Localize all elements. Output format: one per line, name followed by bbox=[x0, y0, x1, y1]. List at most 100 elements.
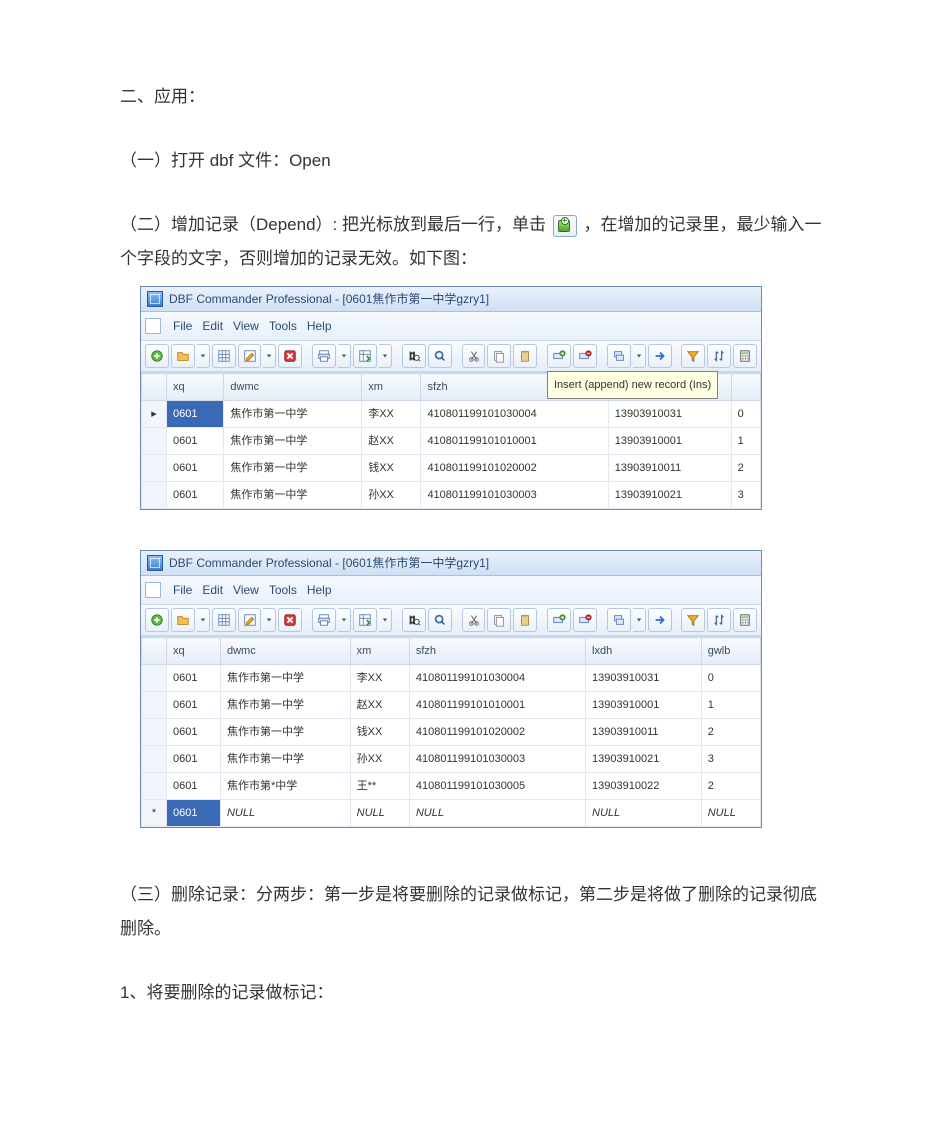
duplicate-icon[interactable] bbox=[607, 608, 631, 632]
column-header[interactable] bbox=[731, 374, 760, 401]
cell[interactable]: 410801199101010001 bbox=[421, 428, 608, 455]
cell[interactable]: 李XX bbox=[350, 665, 409, 692]
cell[interactable]: 0601 bbox=[167, 746, 221, 773]
cell[interactable]: 0601 bbox=[167, 719, 221, 746]
column-header[interactable]: lxdh bbox=[586, 638, 702, 665]
delete-record-icon[interactable] bbox=[573, 344, 597, 368]
export-icon-dropdown[interactable] bbox=[379, 344, 392, 368]
export-icon[interactable] bbox=[353, 608, 377, 632]
cell[interactable]: 2 bbox=[731, 455, 760, 482]
cell[interactable]: 410801199101030005 bbox=[409, 773, 585, 800]
cell[interactable]: 13903910011 bbox=[586, 719, 702, 746]
cell[interactable]: 13903910022 bbox=[586, 773, 702, 800]
column-header[interactable]: xm bbox=[350, 638, 409, 665]
duplicate-icon-dropdown[interactable] bbox=[633, 608, 646, 632]
cell[interactable]: 0601 bbox=[167, 692, 221, 719]
cell[interactable]: 13903910031 bbox=[608, 401, 731, 428]
delete-icon[interactable] bbox=[278, 344, 302, 368]
cell[interactable]: 0 bbox=[731, 401, 760, 428]
calc-icon[interactable] bbox=[733, 344, 757, 368]
cell[interactable]: 410801199101020002 bbox=[421, 455, 608, 482]
column-header[interactable]: xq bbox=[167, 374, 224, 401]
cell[interactable]: 焦作市第一中学 bbox=[224, 482, 362, 509]
open-icon-dropdown[interactable] bbox=[197, 344, 210, 368]
edit-icon[interactable] bbox=[238, 608, 262, 632]
open-icon[interactable] bbox=[171, 608, 195, 632]
column-header[interactable]: dwmc bbox=[224, 374, 362, 401]
column-header[interactable]: xq bbox=[167, 638, 221, 665]
paste-icon[interactable] bbox=[513, 608, 537, 632]
cell[interactable]: 410801199101010001 bbox=[409, 692, 585, 719]
cell[interactable]: 孙XX bbox=[350, 746, 409, 773]
cell[interactable]: 13903910011 bbox=[608, 455, 731, 482]
sort-icon[interactable] bbox=[707, 344, 731, 368]
open-icon[interactable] bbox=[171, 344, 195, 368]
table-row[interactable]: 0601焦作市第一中学钱XX41080119910102000213903910… bbox=[142, 455, 761, 482]
cell[interactable]: 0 bbox=[701, 665, 760, 692]
menu-help[interactable]: Help bbox=[307, 578, 332, 602]
cell[interactable]: 410801199101030003 bbox=[409, 746, 585, 773]
cell[interactable]: NULL bbox=[586, 800, 702, 827]
calc-icon[interactable] bbox=[733, 608, 757, 632]
cell[interactable]: 焦作市第*中学 bbox=[220, 773, 350, 800]
edit-icon-dropdown[interactable] bbox=[263, 608, 276, 632]
menu-edit[interactable]: Edit bbox=[202, 314, 223, 338]
cut-icon[interactable] bbox=[462, 608, 486, 632]
cell[interactable]: 1 bbox=[701, 692, 760, 719]
cell[interactable]: 410801199101030004 bbox=[421, 401, 608, 428]
cell[interactable]: 0601 bbox=[167, 482, 224, 509]
column-header[interactable]: dwmc bbox=[220, 638, 350, 665]
menu-view[interactable]: View bbox=[233, 578, 259, 602]
paste-icon[interactable] bbox=[513, 344, 537, 368]
sort-icon[interactable] bbox=[707, 608, 731, 632]
cell[interactable]: 钱XX bbox=[362, 455, 421, 482]
cell[interactable]: 1 bbox=[731, 428, 760, 455]
cell[interactable]: 李XX bbox=[362, 401, 421, 428]
export-icon[interactable] bbox=[353, 344, 377, 368]
copy-icon[interactable] bbox=[487, 608, 511, 632]
cell[interactable]: 焦作市第一中学 bbox=[224, 401, 362, 428]
table-row[interactable]: 0601焦作市第一中学李XX41080119910103000413903910… bbox=[142, 401, 761, 428]
delete-record-icon[interactable] bbox=[573, 608, 597, 632]
edit-icon[interactable] bbox=[238, 344, 262, 368]
filter-icon[interactable] bbox=[681, 608, 705, 632]
cell[interactable]: 13903910021 bbox=[586, 746, 702, 773]
cell[interactable]: 焦作市第一中学 bbox=[220, 719, 350, 746]
cell[interactable]: 2 bbox=[701, 773, 760, 800]
table-row[interactable]: 0601焦作市第一中学孙XX41080119910103000313903910… bbox=[142, 746, 761, 773]
data-grid-2[interactable]: xqdwmcxmsfzhlxdhgwlb0601焦作市第一中学李XX410801… bbox=[141, 636, 761, 827]
open-icon-dropdown[interactable] bbox=[197, 608, 210, 632]
table-row[interactable]: 0601焦作市第一中学孙XX41080119910103000313903910… bbox=[142, 482, 761, 509]
print-icon-dropdown[interactable] bbox=[338, 344, 351, 368]
table-row[interactable]: 0601焦作市第一中学李XX41080119910103000413903910… bbox=[142, 665, 761, 692]
table-icon[interactable] bbox=[212, 344, 236, 368]
filter-icon[interactable] bbox=[681, 344, 705, 368]
titlebar[interactable]: DBF Commander Professional - [0601焦作市第一中… bbox=[141, 551, 761, 576]
duplicate-icon-dropdown[interactable] bbox=[633, 344, 646, 368]
table-row[interactable]: 0601焦作市第一中学钱XX41080119910102000213903910… bbox=[142, 719, 761, 746]
menu-edit[interactable]: Edit bbox=[202, 578, 223, 602]
cell[interactable]: 焦作市第一中学 bbox=[224, 455, 362, 482]
print-icon[interactable] bbox=[312, 344, 336, 368]
cell[interactable]: 13903910001 bbox=[586, 692, 702, 719]
find-icon[interactable] bbox=[402, 344, 426, 368]
mdi-system-icon[interactable] bbox=[145, 582, 161, 598]
delete-icon[interactable] bbox=[278, 608, 302, 632]
cell[interactable]: 赵XX bbox=[350, 692, 409, 719]
cell[interactable]: 0601 bbox=[167, 665, 221, 692]
new-icon[interactable] bbox=[145, 608, 169, 632]
cell[interactable]: 焦作市第一中学 bbox=[224, 428, 362, 455]
menu-help[interactable]: Help bbox=[307, 314, 332, 338]
cell[interactable]: 钱XX bbox=[350, 719, 409, 746]
cell[interactable]: 13903910021 bbox=[608, 482, 731, 509]
column-header[interactable]: gwlb bbox=[701, 638, 760, 665]
zoom-icon[interactable] bbox=[428, 608, 452, 632]
cell[interactable]: 410801199101030003 bbox=[421, 482, 608, 509]
cell[interactable]: NULL bbox=[350, 800, 409, 827]
edit-icon-dropdown[interactable] bbox=[263, 344, 276, 368]
cut-icon[interactable] bbox=[462, 344, 486, 368]
table-icon[interactable] bbox=[212, 608, 236, 632]
column-header[interactable]: xm bbox=[362, 374, 421, 401]
cell[interactable]: 0601 bbox=[167, 401, 224, 428]
duplicate-icon[interactable] bbox=[607, 344, 631, 368]
